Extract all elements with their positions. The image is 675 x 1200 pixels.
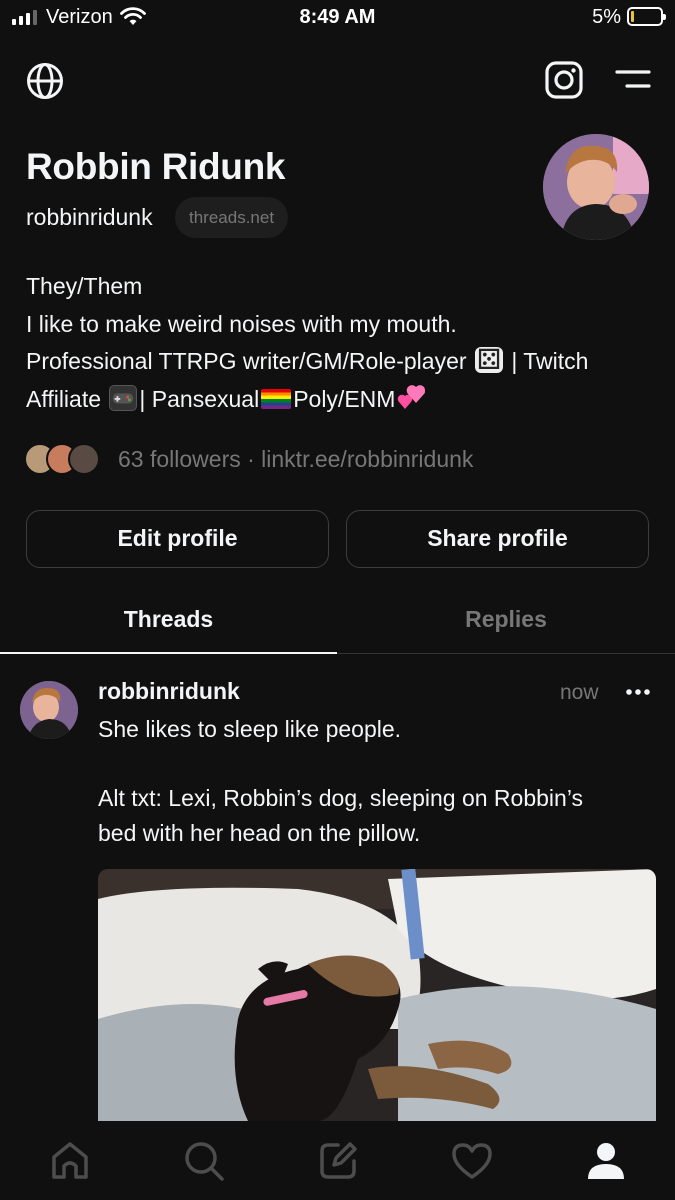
instagram-icon[interactable] (545, 61, 583, 99)
profile-avatar[interactable] (543, 134, 649, 240)
post-image[interactable] (98, 869, 656, 1121)
video-game-controller-emoji-icon (109, 384, 138, 411)
profile-name: Robbin Ridunk (26, 146, 286, 187)
search-icon[interactable] (182, 1139, 226, 1183)
globe-icon[interactable] (26, 62, 64, 100)
rainbow-flag-emoji-icon (261, 388, 292, 409)
home-icon[interactable] (48, 1139, 92, 1183)
post-text-line: bed with her head on the pillow. (98, 819, 421, 846)
post-text-line: Alt txt: Lexi, Robbin’s dog, sleeping on… (98, 785, 584, 811)
bio-text: Affiliate (26, 385, 102, 412)
post-text-line (98, 747, 658, 782)
profile-icon[interactable] (584, 1139, 628, 1183)
activity-heart-icon[interactable] (450, 1139, 494, 1183)
follower-avatar (68, 443, 100, 475)
battery-icon (627, 7, 666, 26)
bio-text: | Pansexual (139, 385, 260, 412)
profile-bio: They/Them I like to make weird noises wi… (26, 268, 656, 418)
bio-line: Affiliate | Pansexual Poly/ENM (26, 381, 656, 419)
bio-text: Professional TTRPG writer/GM/Role-player (26, 348, 467, 374)
bio-text: Poly/ENM (293, 385, 396, 412)
more-options-icon[interactable] (625, 686, 651, 698)
two-hearts-emoji-icon (398, 384, 426, 409)
bio-line: I like to make weird noises with my mout… (26, 306, 656, 344)
bio-pronouns: They/Them (26, 273, 143, 299)
post-body: She likes to sleep like people. Alt txt:… (98, 712, 658, 850)
tab-threads[interactable]: Threads (0, 606, 337, 656)
bottom-navigation (0, 1121, 675, 1200)
post-username[interactable]: robbinridunk (98, 678, 240, 705)
battery-percent: 5% (592, 6, 621, 28)
active-tab-indicator (0, 652, 337, 654)
post-text-line: She likes to sleep like people. (98, 716, 402, 742)
bio-text: I like to make weird noises with my mout… (26, 310, 457, 337)
domain-chip[interactable]: threads.net (175, 197, 289, 238)
tab-replies[interactable]: Replies (337, 606, 675, 656)
game-die-emoji-icon (474, 341, 503, 379)
status-bar: Verizon 8:49 AM 5% (0, 0, 675, 36)
post-author-avatar[interactable] (20, 681, 78, 739)
bio-line: They/Them (26, 268, 656, 306)
bio-line: Professional TTRPG writer/GM/Role-player… (26, 341, 656, 381)
compose-icon[interactable] (316, 1139, 360, 1183)
menu-icon[interactable] (614, 67, 652, 93)
follower-avatars[interactable] (24, 443, 104, 475)
share-profile-button[interactable]: Share profile (346, 510, 649, 568)
status-time: 8:49 AM (299, 6, 376, 28)
profile-handle: robbinridunk (26, 204, 153, 230)
post-timestamp: now (560, 681, 599, 704)
edit-profile-button[interactable]: Edit profile (26, 510, 329, 568)
bio-text: | Twitch (511, 348, 589, 374)
threads-profile-screen: Verizon 8:49 AM 5% Robbin Ridunk robbinr… (0, 0, 675, 1200)
followers-and-link[interactable]: 63 followers · linktr.ee/robbinridunk (118, 446, 473, 473)
